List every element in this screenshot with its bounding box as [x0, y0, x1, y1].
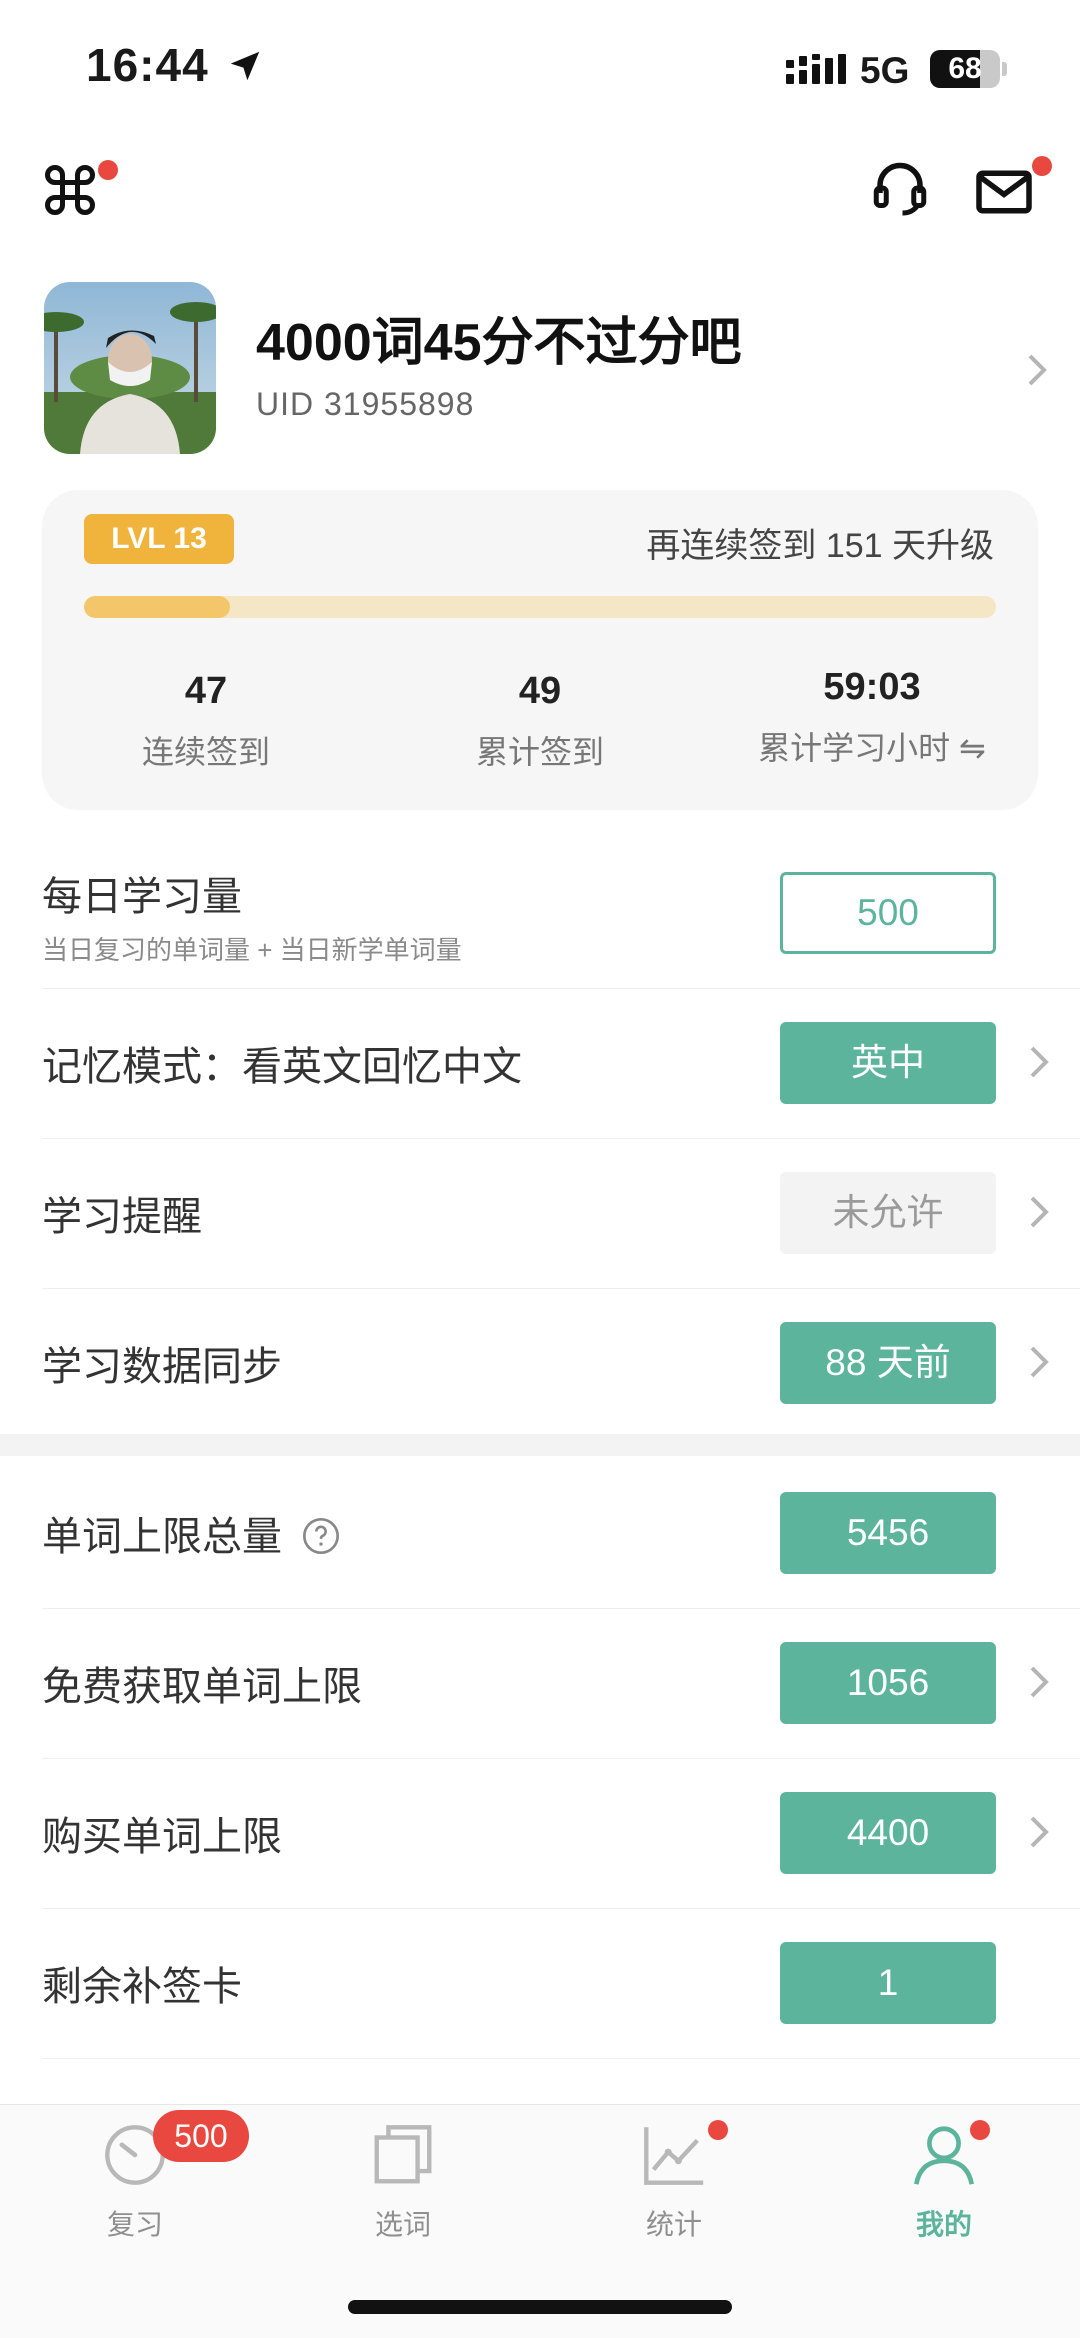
row-data-sync[interactable]: 学习数据同步 88 天前 — [42, 1288, 1080, 1438]
user-nickname: 4000词45分不过分吧 — [256, 314, 742, 372]
word-limit-total-value: 5456 — [780, 1492, 996, 1574]
help-circle-icon[interactable] — [301, 1516, 341, 1556]
menu-button[interactable] — [40, 160, 118, 230]
stat-label: 累计签到 — [475, 734, 604, 770]
user-uid: UID 31955898 — [256, 386, 475, 422]
buy-limit-value[interactable]: 4400 — [780, 1792, 996, 1874]
battery-level: 68 — [948, 52, 982, 85]
chevron-right-icon — [1030, 1196, 1049, 1228]
chevron-right-icon — [1030, 1816, 1049, 1848]
level-progress-bar — [84, 596, 996, 618]
tab-label: 复习 — [106, 2209, 163, 2240]
battery-indicator: 68 — [930, 50, 1007, 88]
row-label: 免费获取单词上限 — [42, 1665, 362, 1709]
messages-button[interactable] — [974, 156, 1064, 226]
row-free-limit[interactable]: 免费获取单词上限 1056 — [42, 1608, 1080, 1759]
menu-notification-dot — [98, 160, 118, 180]
tab-label: 统计 — [645, 2209, 702, 2240]
review-count-badge: 500 — [153, 2110, 249, 2162]
chevron-right-icon — [1030, 1046, 1049, 1078]
row-makeup-cards[interactable]: 剩余补签卡 1 — [42, 1908, 1080, 2059]
mail-notification-dot — [1032, 156, 1052, 176]
level-progress-fill — [84, 596, 230, 618]
tab-label: 选词 — [374, 2209, 431, 2240]
stat-value: 49 — [518, 670, 562, 712]
stat-label: 连续签到 — [141, 734, 270, 770]
row-label: 单词上限总量 — [42, 1504, 341, 1562]
chevron-right-icon — [1030, 1666, 1049, 1698]
location-arrow-icon — [231, 51, 260, 81]
tab-select-words[interactable]: 选词 — [323, 2120, 483, 2243]
tab-review[interactable]: 复习 500 — [55, 2110, 249, 2243]
row-label: 剩余补签卡 — [42, 1965, 242, 2009]
avatar-photo — [44, 282, 216, 454]
section-divider — [0, 1434, 1080, 1456]
row-buy-limit[interactable]: 购买单词上限 4400 — [42, 1758, 1080, 1909]
row-word-limit-total[interactable]: 单词上限总量 5456 — [42, 1458, 1080, 1609]
word-limit-total-label: 单词上限总量 — [42, 1515, 282, 1559]
stat-value: 59:03 — [823, 666, 921, 708]
row-study-reminder[interactable]: 学习提醒 未允许 — [42, 1138, 1080, 1289]
row-label: 记忆模式：看英文回忆中文 — [42, 1045, 522, 1089]
row-daily-amount[interactable]: 每日学习量 当日复习的单词量 + 当日新学单词量 500 — [42, 838, 1080, 989]
home-indicator[interactable] — [348, 2300, 732, 2314]
free-limit-value[interactable]: 1056 — [780, 1642, 996, 1724]
profile-chevron-right-icon[interactable] — [1026, 352, 1048, 388]
row-label: 学习数据同步 — [42, 1345, 282, 1389]
tab-statistics[interactable]: 统计 — [594, 2120, 754, 2243]
network-type: 5G — [860, 50, 910, 91]
customer-service-button[interactable] — [870, 158, 934, 222]
chevron-right-icon — [1030, 1346, 1049, 1378]
reminder-status[interactable]: 未允许 — [780, 1172, 996, 1254]
user-profile-icon — [913, 2126, 975, 2185]
me-notification-dot — [970, 2120, 990, 2140]
stat-total-checkin: 49 累计签到 — [390, 670, 690, 773]
sync-status[interactable]: 88 天前 — [780, 1322, 996, 1404]
row-memory-mode[interactable]: 记忆模式：看英文回忆中文 英中 — [42, 988, 1080, 1139]
tab-label: 我的 — [915, 2209, 972, 2240]
memory-mode-value[interactable]: 英中 — [780, 1022, 996, 1104]
makeup-cards-value: 1 — [780, 1942, 996, 2024]
stat-value: 47 — [184, 670, 228, 712]
row-label: 学习提醒 — [42, 1195, 202, 1239]
row-label: 每日学习量 — [42, 875, 242, 919]
daily-amount-input[interactable]: 500 — [780, 872, 996, 954]
row-label: 购买单词上限 — [42, 1815, 282, 1859]
headset-icon — [873, 162, 927, 216]
stat-study-hours[interactable]: 59:03 累计学习小时 ⇋ — [722, 666, 1022, 769]
mail-icon — [976, 170, 1032, 214]
stats-notification-dot — [708, 2120, 728, 2140]
line-chart-icon — [644, 2127, 704, 2185]
row-sublabel: 当日复习的单词量 + 当日新学单词量 — [42, 935, 462, 965]
stat-consecutive-checkin: 47 连续签到 — [56, 670, 356, 773]
avatar[interactable] — [44, 282, 216, 454]
status-time: 16:44 — [86, 38, 264, 92]
stat-label: 累计学习小时 ⇋ — [758, 730, 986, 766]
cellular-signal-icon — [786, 54, 846, 84]
level-badge: LVL 13 — [84, 514, 234, 564]
level-upgrade-note: 再连续签到 151 天升级 — [646, 527, 994, 565]
command-menu-icon — [45, 165, 95, 215]
tab-me[interactable]: 我的 — [864, 2120, 1024, 2243]
cards-stack-icon — [374, 2125, 432, 2184]
